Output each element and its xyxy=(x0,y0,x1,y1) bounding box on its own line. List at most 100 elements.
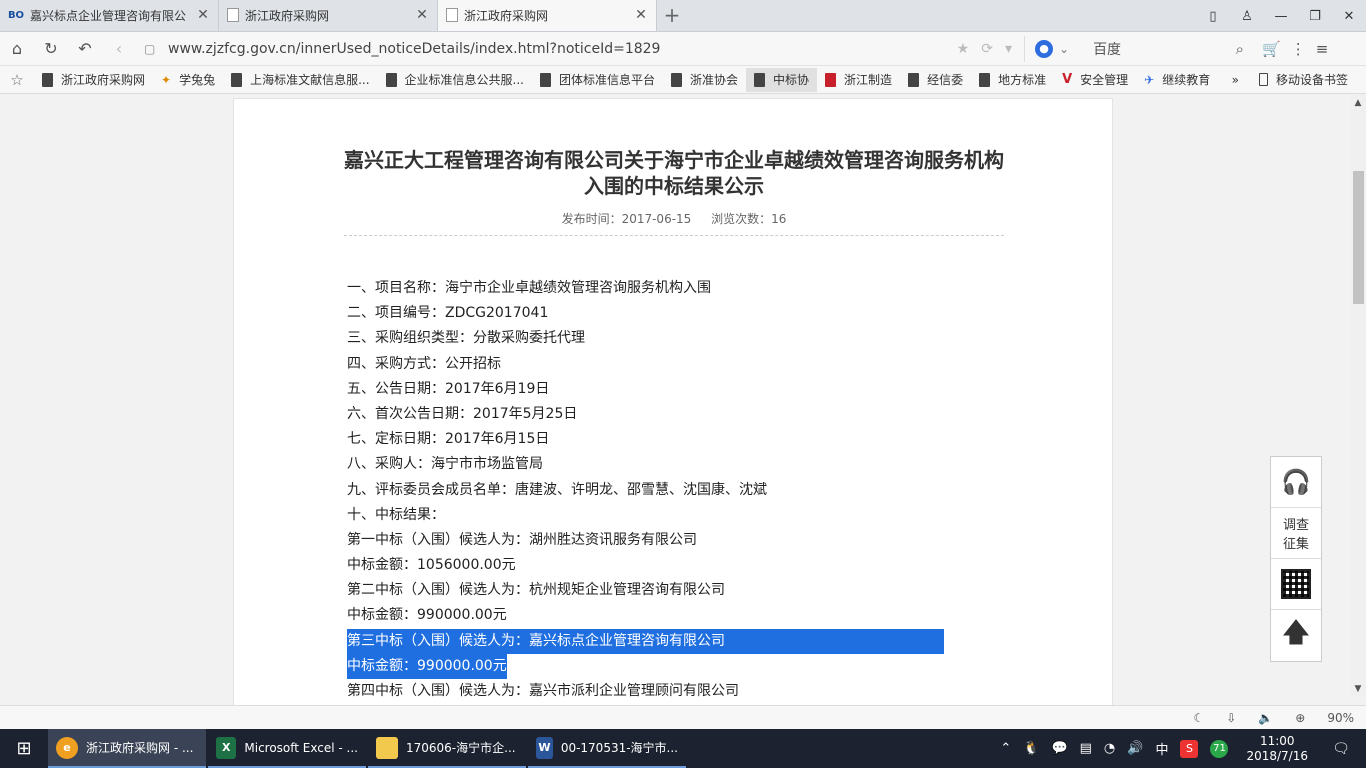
view-count: 浏览次数：16 xyxy=(711,212,787,226)
article-meta: 发布时间：2017-06-15 浏览次数：16 xyxy=(234,210,1114,227)
close-window-icon[interactable]: ✕ xyxy=(1332,0,1366,32)
safety-v-icon: V xyxy=(1062,72,1073,87)
taskbar-item-word[interactable]: W 00-170531-海宁市... xyxy=(528,729,686,768)
system-tray: ⌃ 🐧 💬 ▤ ◔ 🔊 中 S 71 11:00 2018/7/16 🗨 xyxy=(1000,734,1366,764)
bookmark-item[interactable]: 浙江政府采购网 xyxy=(34,68,153,92)
back-to-top-button[interactable]: 🡅 xyxy=(1271,610,1321,661)
bookmarks-more-button[interactable]: » xyxy=(1232,73,1239,87)
bookmark-icon xyxy=(979,72,991,87)
tab-title: 浙江政府采购网 xyxy=(464,8,549,23)
url-text: www.zjzfcg.gov.cn/innerUsed_noticeDetail… xyxy=(168,40,661,57)
doc-icon xyxy=(227,8,239,22)
zoom-icon[interactable]: ⊕ xyxy=(1295,711,1305,725)
wifi-icon[interactable]: ◔ xyxy=(1104,741,1115,756)
minimize-icon[interactable]: — xyxy=(1264,0,1298,32)
mobile-bookmarks[interactable]: 移动设备书签 xyxy=(1251,68,1356,92)
bookmark-item[interactable]: 浙江制造 xyxy=(817,68,900,92)
doc-icon xyxy=(446,8,458,22)
tab-2[interactable]: 浙江政府采购网 ✕ xyxy=(438,0,657,31)
taskbar-item-excel[interactable]: X Microsoft Excel - ... xyxy=(208,729,366,768)
line-text: 八、采购人：海宁市市场监管局 xyxy=(347,456,543,473)
side-toolbar: 🎧 调查 征集 🡅 xyxy=(1270,456,1322,662)
clock[interactable]: 11:00 2018/7/16 xyxy=(1240,734,1314,764)
clock-time: 11:00 xyxy=(1259,733,1295,748)
tab-0[interactable]: BO 嘉兴标点企业管理咨询有限公 ✕ xyxy=(0,0,219,31)
taskbar-item-browser[interactable]: e 浙江政府采购网 - ... xyxy=(48,729,206,768)
menu-dots-icon[interactable]: ⋮ xyxy=(1291,40,1306,58)
bookmark-item[interactable]: ✈ 继续教育 xyxy=(1136,68,1218,92)
article-body: 一、项目名称：海宁市企业卓越绩效管理咨询服务机构入围 二、项目编号：ZDCG201… xyxy=(347,276,947,704)
security-badge[interactable]: 71 xyxy=(1210,739,1229,758)
back-icon[interactable]: ‹ xyxy=(102,32,136,66)
bookmark-item[interactable]: 团体标准信息平台 xyxy=(532,68,663,92)
close-icon[interactable]: ✕ xyxy=(196,7,210,23)
chevron-down-icon[interactable]: ⌄ xyxy=(1059,42,1069,56)
line-text: 四、采购方式：公开招标 xyxy=(347,355,501,372)
selected-text: 中标金额：990000.00元 xyxy=(347,653,507,679)
home-icon[interactable]: ⌂ xyxy=(0,32,34,66)
bookmark-item[interactable]: 浙准协会 xyxy=(663,68,746,92)
taskbar-item-folder[interactable]: 170606-海宁市企... xyxy=(368,729,526,768)
tab-title: 浙江政府采购网 xyxy=(245,8,330,23)
scroll-thumb[interactable] xyxy=(1353,171,1364,304)
article-line: 四、采购方式：公开招标 xyxy=(347,352,947,377)
up-arrow-icon: 🡅 xyxy=(1282,617,1310,648)
article-line: 三、采购组织类型：分散采购委托代理 xyxy=(347,326,947,351)
article-title: 嘉兴正大工程管理咨询有限公司关于海宁市企业卓越绩效管理咨询服务机构入围的中标结果… xyxy=(344,148,1004,198)
download-icon[interactable]: ⇩ xyxy=(1226,711,1236,725)
scroll-up-icon[interactable]: ▲ xyxy=(1350,95,1366,111)
search-box[interactable]: ● ⌄ 百度 ⌕ xyxy=(1024,35,1244,62)
shirt-icon[interactable]: ♙ xyxy=(1230,0,1264,32)
bookmark-item[interactable]: 中标协 xyxy=(746,67,818,92)
taskbar: ⊞ e 浙江政府采购网 - ... X Microsoft Excel - ..… xyxy=(0,729,1366,768)
reload-icon[interactable]: ↻ xyxy=(34,32,68,66)
hamburger-icon[interactable]: ≡ xyxy=(1316,40,1329,58)
network-icon[interactable]: ▤ xyxy=(1080,741,1092,756)
vertical-scrollbar[interactable]: ▲ ▼ xyxy=(1350,95,1366,697)
bookmark-item[interactable]: 上海标准文献信息服... xyxy=(223,68,377,92)
sogou-icon[interactable]: S xyxy=(1180,739,1199,758)
customer-service-button[interactable]: 🎧 xyxy=(1271,457,1321,508)
qq-icon[interactable]: 🐧 xyxy=(1023,741,1039,756)
line-text: 一、项目名称：海宁市企业卓越绩效管理咨询服务机构入围 xyxy=(347,280,711,296)
chevron-up-icon[interactable]: ⌃ xyxy=(1000,741,1011,756)
wechat-icon[interactable]: 💬 xyxy=(1051,741,1067,756)
bookmark-item[interactable]: 企业标准信息公共服... xyxy=(378,68,532,92)
close-icon[interactable]: ✕ xyxy=(415,7,429,23)
url-field[interactable]: ▢ www.zjzfcg.gov.cn/innerUsed_noticeDeta… xyxy=(144,36,1024,62)
bookmark-star-icon[interactable]: ☆ xyxy=(0,71,34,89)
line-text: 中标金额：990000.00元 xyxy=(347,607,507,624)
night-mode-icon[interactable]: ☾ xyxy=(1193,711,1204,725)
survey-button[interactable]: 调查 征集 xyxy=(1271,508,1321,559)
new-tab-button[interactable]: + xyxy=(657,0,687,31)
restore-icon[interactable]: ❐ xyxy=(1298,0,1332,32)
scroll-down-icon[interactable]: ▼ xyxy=(1350,681,1366,697)
tab-1[interactable]: 浙江政府采购网 ✕ xyxy=(219,0,438,31)
undo-icon[interactable]: ↶ xyxy=(68,32,102,66)
speaker-icon[interactable]: 🔈 xyxy=(1258,711,1273,725)
article-line: 中标金额：990000.00元 xyxy=(347,603,947,628)
browser-icon: e xyxy=(56,736,78,759)
close-icon[interactable]: ✕ xyxy=(634,7,648,23)
favorite-star-icon[interactable]: ★ xyxy=(957,41,970,57)
bookmark-item[interactable]: 地方标准 xyxy=(971,68,1054,92)
reader-icon[interactable]: ▯ xyxy=(1196,0,1230,32)
line-text: 七、定标日期：2017年6月15日 xyxy=(347,431,550,448)
tab-title: 嘉兴标点企业管理咨询有限公 xyxy=(30,8,187,23)
zoom-level[interactable]: 90% xyxy=(1327,711,1354,725)
volume-icon[interactable]: 🔊 xyxy=(1127,741,1143,756)
compat-icon[interactable]: ⟳ xyxy=(981,41,993,57)
bookmark-item[interactable]: ✦ 学兔兔 xyxy=(153,68,223,92)
dropdown-icon[interactable]: ▾ xyxy=(1005,41,1012,57)
qr-code-button[interactable] xyxy=(1271,559,1321,610)
line-text: 第四中标（入围）候选人为：嘉兴市派利企业管理顾问有限公司 xyxy=(347,683,739,699)
cart-icon[interactable]: 🛒 xyxy=(1262,40,1281,58)
ime-indicator[interactable]: 中 xyxy=(1155,739,1168,758)
tab-strip: BO 嘉兴标点企业管理咨询有限公 ✕ 浙江政府采购网 ✕ 浙江政府采购网 ✕ +… xyxy=(0,0,1366,32)
bookmark-item[interactable]: 经信委 xyxy=(900,68,971,92)
search-icon[interactable]: ⌕ xyxy=(1236,40,1244,58)
line-text: 二、项目编号：ZDCG2017041 xyxy=(347,305,549,322)
notification-icon[interactable]: 🗨 xyxy=(1326,741,1356,757)
windows-start-icon[interactable]: ⊞ xyxy=(0,729,48,768)
bookmark-item[interactable]: V 安全管理 xyxy=(1054,68,1136,92)
